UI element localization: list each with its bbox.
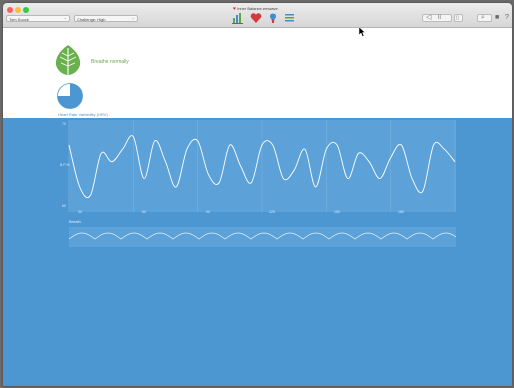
- coherence-status-text: Breathe normally: [91, 59, 129, 65]
- x-tick-label: 30: [78, 210, 82, 214]
- maximize-window-button[interactable]: [23, 7, 29, 13]
- app-window: ♥ Inner Balance.emwave Tom Soock ⌃ Chall…: [3, 3, 512, 386]
- minimize-window-button[interactable]: [15, 7, 21, 13]
- search-icon: ⌕: [481, 14, 485, 21]
- bar-chart-icon[interactable]: [232, 12, 244, 24]
- user-select-value: Tom Soock: [9, 17, 29, 22]
- heart-icon[interactable]: [250, 12, 262, 24]
- chevron-down-icon: ⌃: [131, 17, 135, 22]
- x-tick-label: 90: [206, 210, 210, 214]
- y-tick-label: 60: [62, 204, 66, 208]
- breath-wave-svg: [68, 232, 457, 240]
- y-tick-label: 70: [62, 122, 66, 126]
- settings-icon: ▯: [456, 15, 459, 21]
- book-icon[interactable]: ■: [495, 13, 499, 23]
- x-tick-label: 60: [142, 210, 146, 214]
- breath-pacer: [68, 227, 457, 247]
- x-tick-label: 150: [334, 210, 340, 214]
- hrv-chart: [68, 120, 456, 212]
- pause-icon[interactable]: ॥: [437, 13, 441, 23]
- breath-wave-line: [68, 232, 457, 240]
- user-select[interactable]: Tom Soock ⌃: [6, 15, 70, 22]
- challenge-select-value: Challenge: High: [77, 17, 106, 22]
- lightbulb-icon[interactable]: [267, 12, 279, 24]
- toolbar: ♥ Inner Balance.emwave Tom Soock ⌃ Chall…: [3, 3, 512, 28]
- mouse-cursor-icon: [359, 27, 366, 37]
- y-axis-title: B P M: [60, 163, 70, 167]
- menu-icon[interactable]: [284, 12, 296, 24]
- help-icon[interactable]: ?: [505, 13, 509, 23]
- challenge-select[interactable]: Challenge: High ⌃: [74, 15, 138, 22]
- hrv-chart-svg: [68, 120, 456, 212]
- breath-label: Breath: [69, 219, 81, 224]
- audio-icon[interactable]: ◁: [426, 13, 431, 23]
- window-title: Inner Balance.emwave: [237, 6, 278, 11]
- close-window-button[interactable]: [7, 7, 13, 13]
- x-tick-label: 180: [398, 210, 404, 214]
- hrv-label: Heart Rate Variability (HRV): [58, 112, 108, 117]
- x-tick-label: 120: [269, 210, 275, 214]
- chevron-down-icon: ⌃: [63, 17, 67, 22]
- leaf-icon: [55, 45, 81, 75]
- coherence-pie-chart: [57, 83, 83, 109]
